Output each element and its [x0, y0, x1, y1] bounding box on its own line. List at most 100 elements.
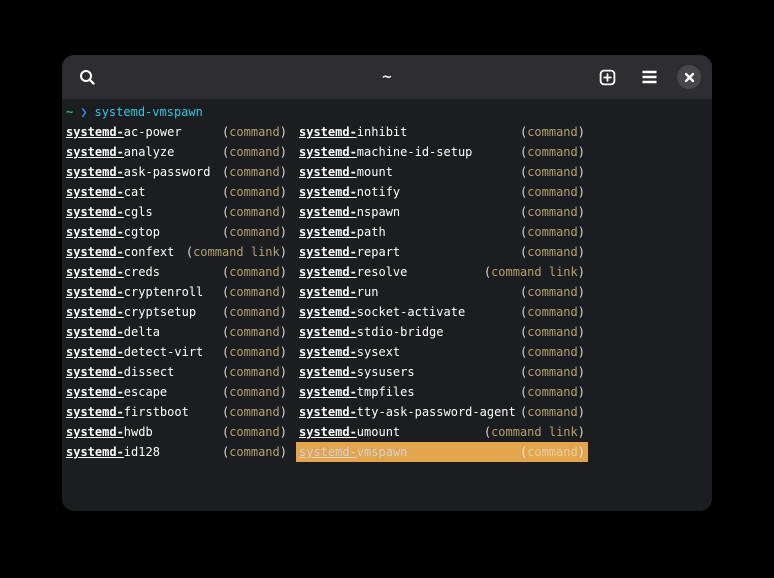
- completion-description: (command): [520, 362, 585, 382]
- completion-name: systemd-umount: [299, 422, 400, 442]
- completion-item: systemd-umount (command link): [299, 422, 585, 442]
- completion-description: (command): [222, 442, 287, 462]
- completion-description: (command): [520, 342, 585, 362]
- completion-name: systemd-ac-power: [66, 122, 182, 142]
- search-button[interactable]: [73, 63, 101, 91]
- completion-item: systemd-tty-ask-password-agent(command): [299, 402, 585, 422]
- completion-name: systemd-id128: [66, 442, 160, 462]
- completion-item: systemd-sysusers (command): [299, 362, 585, 382]
- completion-item: systemd-machine-id-setup(command): [299, 142, 585, 162]
- completion-item: systemd-hwdb (command): [66, 422, 287, 442]
- menu-button[interactable]: [635, 63, 663, 91]
- search-icon: [79, 69, 96, 86]
- completion-item: systemd-run (command): [299, 282, 585, 302]
- completion-item: systemd-dissect(command): [66, 362, 287, 382]
- completion-name: systemd-nspawn: [299, 202, 400, 222]
- completion-item: systemd-cat(command): [66, 182, 287, 202]
- completion-name: systemd-hwdb: [66, 422, 153, 442]
- completion-description: (command): [520, 122, 585, 142]
- completion-description: (command): [520, 182, 585, 202]
- completion-name: systemd-cryptsetup: [66, 302, 196, 322]
- headerbar[interactable]: ~: [62, 55, 712, 99]
- completion-item: systemd-socket-activate (command): [299, 302, 585, 322]
- completion-item: systemd-cgls (command): [66, 202, 287, 222]
- completion-description: (command): [520, 442, 585, 462]
- completion-description: (command): [520, 222, 585, 242]
- completion-name: systemd-inhibit: [299, 122, 407, 142]
- completion-item: systemd-resolve(command link): [299, 262, 585, 282]
- completion-item: systemd-ac-power (command): [66, 122, 287, 142]
- completion-name: systemd-cgls: [66, 202, 153, 222]
- completion-item: systemd-detect-virt (command): [66, 342, 287, 362]
- completion-item: systemd-nspawn (command): [299, 202, 585, 222]
- completion-name: systemd-tty-ask-password-agent: [299, 402, 516, 422]
- completion-description: (command): [222, 202, 287, 222]
- completion-name: systemd-vmspawn: [299, 442, 407, 462]
- completion-name: systemd-resolve: [299, 262, 407, 282]
- completion-item: systemd-creds(command): [66, 262, 287, 282]
- completion-name: systemd-path: [299, 222, 386, 242]
- completion-description: (command): [520, 322, 585, 342]
- completion-item: systemd-sysext (command): [299, 342, 585, 362]
- completion-item: systemd-tmpfiles(command): [299, 382, 585, 402]
- terminal-content[interactable]: ~ ❯ systemd-vmspawn systemd-ac-power (com…: [62, 99, 712, 511]
- completion-description: (command): [222, 342, 287, 362]
- completion-name: systemd-delta: [66, 322, 160, 342]
- completion-description: (command): [520, 302, 585, 322]
- completion-description: (command): [222, 322, 287, 342]
- completion-item: systemd-analyze (command): [66, 142, 287, 162]
- completion-description: (command): [222, 382, 287, 402]
- completion-item: systemd-path (command): [299, 222, 585, 242]
- completion-name: systemd-creds: [66, 262, 160, 282]
- close-button[interactable]: [677, 65, 701, 89]
- completion-name: systemd-cgtop: [66, 222, 160, 242]
- completion-name: systemd-run: [299, 282, 378, 302]
- completion-name: systemd-socket-activate: [299, 302, 465, 322]
- completion-grid: systemd-ac-power(command)systemd-analyze…: [66, 122, 712, 462]
- completion-description: (command): [222, 282, 287, 302]
- completion-name: systemd-cryptenroll: [66, 282, 203, 302]
- prompt-line: ~ ❯ systemd-vmspawn: [66, 102, 712, 122]
- completion-item: systemd-cryptenroll (command): [66, 282, 287, 302]
- completion-item: systemd-cgtop(command): [66, 222, 287, 242]
- completion-item: systemd-notify (command): [299, 182, 585, 202]
- completion-description: (command): [520, 202, 585, 222]
- headerbar-actions: [593, 63, 701, 91]
- new-tab-icon: [599, 69, 616, 86]
- completion-description: (command): [222, 122, 287, 142]
- completion-item: systemd-inhibit (command): [299, 122, 585, 142]
- new-tab-button[interactable]: [593, 63, 621, 91]
- completion-name: systemd-machine-id-setup: [299, 142, 472, 162]
- completion-name: systemd-stdio-bridge: [299, 322, 444, 342]
- completion-name: systemd-sysext: [299, 342, 400, 362]
- completion-name: systemd-detect-virt: [66, 342, 203, 362]
- completion-item: systemd-escape(command): [66, 382, 287, 402]
- prompt-arrow-icon: ❯: [80, 102, 87, 122]
- menu-icon: [641, 70, 658, 84]
- completion-item: systemd-repart(command): [299, 242, 585, 262]
- prompt-cwd: ~: [66, 102, 73, 122]
- completion-name: systemd-firstboot: [66, 402, 189, 422]
- completion-name: systemd-sysusers: [299, 362, 415, 382]
- completion-item-selected: systemd-vmspawn (command): [296, 442, 588, 462]
- completion-description: (command): [222, 142, 287, 162]
- completion-description: (command): [222, 362, 287, 382]
- completion-name: systemd-mount: [299, 162, 393, 182]
- completion-description: (command link): [186, 242, 287, 262]
- completion-description: (command): [520, 282, 585, 302]
- completion-name: systemd-ask-password: [66, 162, 211, 182]
- completion-description: (command): [520, 382, 585, 402]
- completion-description: (command): [222, 402, 287, 422]
- completion-name: systemd-analyze: [66, 142, 174, 162]
- completion-description: (command): [222, 422, 287, 442]
- completion-name: systemd-notify: [299, 182, 400, 202]
- completion-description: (command): [222, 182, 287, 202]
- completion-description: (command): [222, 302, 287, 322]
- completion-item: systemd-delta (command): [66, 322, 287, 342]
- completion-item: systemd-ask-password(command): [66, 162, 287, 182]
- terminal-window: ~: [62, 55, 712, 511]
- completion-item: systemd-firstboot (command): [66, 402, 287, 422]
- completion-item: systemd-mount(command): [299, 162, 585, 182]
- completion-description: (command link): [484, 422, 585, 442]
- prompt-command: systemd-vmspawn: [94, 102, 202, 122]
